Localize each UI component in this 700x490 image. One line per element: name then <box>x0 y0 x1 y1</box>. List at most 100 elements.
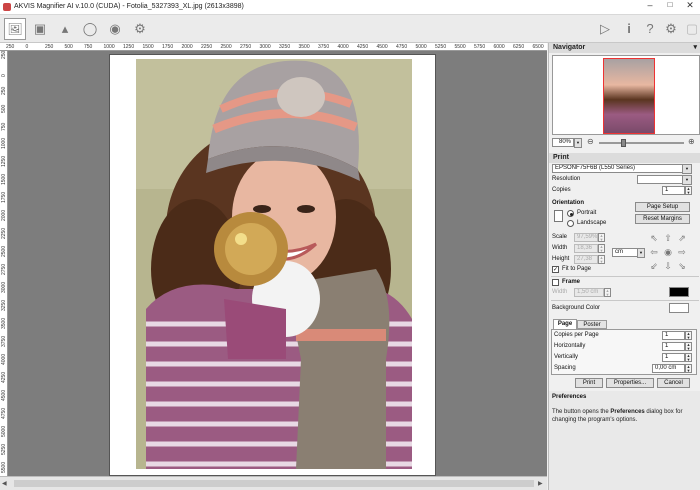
app-logo-icon <box>3 3 11 11</box>
reset-margins-button[interactable]: Reset Margins <box>635 214 690 224</box>
align-bottom-right-icon[interactable]: ⇘ <box>677 261 687 271</box>
scroll-left-arrow-icon[interactable]: ◀ <box>2 480 7 487</box>
copies-per-page-spinner[interactable]: ▲ ▼ <box>685 331 692 340</box>
properties-button[interactable]: Properties... <box>606 378 654 388</box>
copies-spinner[interactable]: ▲ ▼ <box>685 186 692 195</box>
info-icon[interactable]: i <box>620 20 638 38</box>
printer-select[interactable]: EPSONF75F6B (L550 Series) <box>552 164 692 173</box>
zoom-field[interactable]: 80% <box>552 138 574 147</box>
ruler-label: 5250 <box>435 44 447 50</box>
toolbar: 🖼 ▣ ▴ ◯ ◉ ⚙ ▷ i ? ⚙ ▢ <box>0 15 700 43</box>
navigator-title: Navigator <box>553 44 586 51</box>
message-icon[interactable]: ▢ <box>683 20 700 38</box>
collapse-icon[interactable]: ▾ <box>693 43 697 53</box>
scale-spinner[interactable]: ▲ ▼ <box>598 233 605 242</box>
ruler-label: 4750 <box>1 407 7 419</box>
horizontal-scrollbar[interactable]: ◀ ▶ <box>0 476 547 490</box>
scale-field[interactable]: 97,59% <box>574 233 598 242</box>
zoom-slider[interactable] <box>599 142 684 144</box>
frame-checkbox[interactable] <box>552 279 559 286</box>
ruler-label: 2500 <box>220 44 232 50</box>
print-button[interactable]: Print <box>575 378 603 388</box>
ruler-label: 4750 <box>396 44 408 50</box>
cancel-button[interactable]: Cancel <box>657 378 690 388</box>
tab-page[interactable]: Page <box>553 319 577 329</box>
page-setup-button[interactable]: Page Setup <box>635 202 690 212</box>
maximize-button[interactable]: □ <box>660 0 680 14</box>
ruler-label: 5250 <box>1 443 7 455</box>
ruler-label: 1500 <box>1 173 7 185</box>
preferences-gear-icon[interactable]: ⚙ <box>131 20 149 38</box>
settings-icon[interactable]: ⚙ <box>662 20 680 38</box>
desc-bold: Preferences <box>610 409 645 415</box>
zoom-dropdown-button[interactable]: ▼ <box>574 138 582 148</box>
align-right-icon[interactable]: ⇨ <box>677 247 687 257</box>
print-header: Print <box>549 153 700 163</box>
ruler-label: 2750 <box>240 44 252 50</box>
unit-dropdown-button[interactable]: ▼ <box>637 248 645 258</box>
run-icon[interactable]: ▷ <box>596 20 614 38</box>
height-field[interactable]: 27,38 <box>574 255 598 264</box>
preferences-help: Preferences The button opens the Prefere… <box>549 391 700 490</box>
horizontally-field[interactable]: 1 <box>662 342 685 351</box>
tab-poster[interactable]: Poster <box>577 320 607 329</box>
width-field[interactable]: 18,36 <box>574 244 598 253</box>
resolution-dropdown-button[interactable]: ▼ <box>682 175 692 185</box>
ruler-label: 3750 <box>318 44 330 50</box>
copies-field[interactable]: 1 <box>662 186 685 195</box>
ruler-label: 1000 <box>1 137 7 149</box>
share-icon[interactable]: ◯ <box>81 20 99 38</box>
fit-to-page-checkbox[interactable]: ✓ <box>552 266 559 273</box>
ruler-label: 4000 <box>337 44 349 50</box>
zoom-slider-thumb[interactable] <box>621 139 626 147</box>
ruler-label: 250 <box>1 86 7 95</box>
spacing-spinner[interactable]: ▲ ▼ <box>685 364 692 373</box>
width-spinner[interactable]: ▲ ▼ <box>598 244 605 253</box>
align-left-icon[interactable]: ⇦ <box>649 247 659 257</box>
scroll-thumb[interactable] <box>14 480 534 487</box>
align-top-right-icon[interactable]: ⇗ <box>677 233 687 243</box>
align-bottom-icon[interactable]: ⇩ <box>663 261 673 271</box>
ruler-label: 4250 <box>1 371 7 383</box>
frame-width-field[interactable]: 1,50 cm <box>574 288 604 297</box>
frame-width-spinner[interactable]: ▲ ▼ <box>604 288 611 297</box>
vertically-field[interactable]: 1 <box>662 353 685 362</box>
ruler-label: 250 <box>1 51 7 59</box>
ruler-label: 4500 <box>376 44 388 50</box>
portrait-radio[interactable] <box>567 210 574 217</box>
zoom-out-icon[interactable]: ⊖ <box>587 137 594 146</box>
zoom-in-icon[interactable]: ⊕ <box>688 137 695 146</box>
vertically-spinner[interactable]: ▲ ▼ <box>685 353 692 362</box>
save-icon[interactable]: ▣ <box>31 20 49 38</box>
close-button[interactable]: ✕ <box>680 0 700 14</box>
background-color-swatch[interactable] <box>669 303 689 313</box>
align-top-icon[interactable]: ⇧ <box>663 233 673 243</box>
scale-label: Scale <box>552 234 568 240</box>
horizontally-spinner[interactable]: ▲ ▼ <box>685 342 692 351</box>
print-icon[interactable]: ▴ <box>56 20 74 38</box>
printer-dropdown-button[interactable]: ▼ <box>682 164 692 174</box>
ruler-label: 1000 <box>103 44 115 50</box>
open-image-icon[interactable]: 🖼 <box>4 18 26 40</box>
height-spinner[interactable]: ▲ ▼ <box>598 255 605 264</box>
ruler-label: 500 <box>64 44 73 50</box>
copies-per-page-field[interactable]: 1 <box>662 331 685 340</box>
fit-to-page-label: Fit to Page <box>562 266 592 272</box>
ruler-label: 4000 <box>1 353 7 365</box>
ruler-label: 3500 <box>298 44 310 50</box>
spacing-field[interactable]: 0,00 cm <box>652 364 685 373</box>
align-top-left-icon[interactable]: ⇖ <box>649 233 659 243</box>
navigator-thumbnail[interactable] <box>552 55 700 135</box>
align-center-icon[interactable]: ◉ <box>663 247 673 257</box>
frame-color-swatch[interactable] <box>669 287 689 297</box>
align-bottom-left-icon[interactable]: ⇙ <box>649 261 659 271</box>
horizontally-label: Horizontally <box>554 343 586 349</box>
landscape-radio[interactable] <box>567 220 574 227</box>
ruler-label: 750 <box>1 122 7 131</box>
minimize-button[interactable]: – <box>640 0 660 14</box>
print-title: Print <box>553 154 569 161</box>
scroll-right-arrow-icon[interactable]: ▶ <box>538 480 543 487</box>
ruler-label: 3750 <box>1 335 7 347</box>
batch-icon[interactable]: ◉ <box>106 20 124 38</box>
help-icon[interactable]: ? <box>641 20 659 38</box>
